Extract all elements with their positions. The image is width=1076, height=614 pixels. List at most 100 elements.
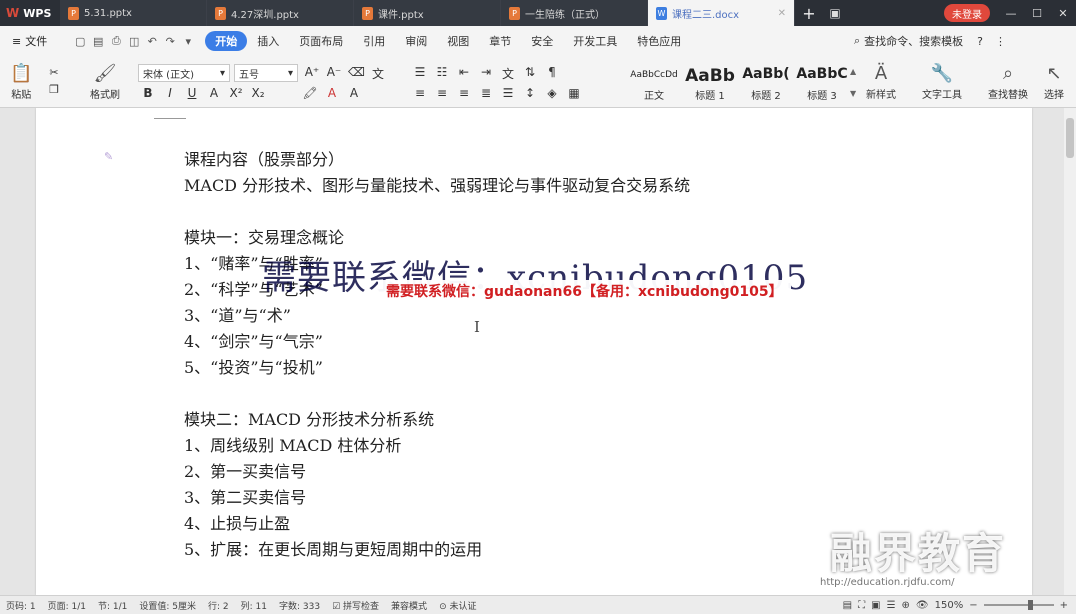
reading-mode-icon[interactable]: 👁 xyxy=(916,600,929,611)
comment-icon[interactable]: ✎ xyxy=(104,150,113,163)
full-screen-icon[interactable]: ⛶ xyxy=(858,600,865,611)
style-heading-3[interactable]: AaBbC 标题 3 xyxy=(794,60,850,104)
tab-page-layout[interactable]: 页面布局 xyxy=(289,31,353,51)
select-button[interactable]: ↖ 选择 xyxy=(1044,62,1064,101)
shading-icon[interactable]: ◈ xyxy=(544,86,560,100)
highlight-icon[interactable]: 🖍 xyxy=(302,86,318,100)
style-heading-2[interactable]: AaBb( 标题 2 xyxy=(738,60,794,104)
italic-icon[interactable]: I xyxy=(162,86,178,100)
zoom-slider[interactable] xyxy=(983,600,1054,610)
customize-icon[interactable]: ▾ xyxy=(179,35,197,48)
more-icon[interactable]: ⋮ xyxy=(995,35,1006,48)
auth-status[interactable]: ⊙ 未认证 xyxy=(433,599,482,612)
status-page-of[interactable]: 页面: 1/1 xyxy=(42,599,92,612)
tab-developer[interactable]: 开发工具 xyxy=(563,31,627,51)
redo-icon[interactable]: ↷ xyxy=(161,35,179,48)
minimize-icon[interactable]: — xyxy=(998,0,1024,26)
format-painter-button[interactable]: 🖌 格式刷 xyxy=(90,62,120,101)
status-word-count[interactable]: 字数: 333 xyxy=(273,599,326,612)
spell-check-button[interactable]: ☑ 拼写检查 xyxy=(326,599,385,612)
new-tab-button[interactable]: + xyxy=(795,0,823,26)
align-right-icon[interactable]: ≡ xyxy=(456,86,472,100)
distribute-icon[interactable]: ☰ xyxy=(500,86,516,100)
print-layout-icon[interactable]: ▤ xyxy=(843,600,852,611)
style-heading-1[interactable]: AaBb 标题 1 xyxy=(682,60,738,104)
command-search[interactable]: ⌕ 查找命令、搜索模板 ? ⋮ xyxy=(854,33,1076,49)
tab-special[interactable]: 特色应用 xyxy=(627,31,691,51)
increase-indent-icon[interactable]: ⇥ xyxy=(478,65,494,82)
print-icon[interactable]: ⎙ xyxy=(107,34,125,48)
tab-file-4[interactable]: P 一生陪练（正式） xyxy=(501,0,648,26)
save-icon[interactable]: ▢ xyxy=(71,35,89,48)
bullet-list-icon[interactable]: ☰ xyxy=(412,65,428,82)
align-left-icon[interactable]: ≡ xyxy=(412,86,428,100)
underline-icon[interactable]: U xyxy=(184,86,200,100)
pinyin-icon[interactable]: 文 xyxy=(370,65,386,82)
status-page-number[interactable]: 页码: 1 xyxy=(0,599,42,612)
export-pdf-icon[interactable]: ▤ xyxy=(89,35,107,48)
subscript-icon[interactable]: X₂ xyxy=(250,86,266,100)
decrease-font-icon[interactable]: A⁻ xyxy=(326,65,342,82)
tab-file-1[interactable]: P 5.31.pptx xyxy=(60,0,207,26)
status-col[interactable]: 列: 11 xyxy=(235,599,273,612)
bold-icon[interactable]: B xyxy=(140,86,156,100)
font-name-select[interactable]: 宋体 (正文) ▾ xyxy=(138,64,230,82)
numbered-list-icon[interactable]: ☷ xyxy=(434,65,450,82)
chinese-layout-icon[interactable]: 文 xyxy=(500,65,516,82)
align-center-icon[interactable]: ≡ xyxy=(434,86,450,100)
outline-view-icon[interactable]: ☰ xyxy=(887,600,896,611)
status-section[interactable]: 节: 1/1 xyxy=(92,599,133,612)
new-style-button[interactable]: Ä 新样式 xyxy=(866,62,896,101)
close-window-icon[interactable]: ✕ xyxy=(1050,0,1076,26)
justify-icon[interactable]: ≣ xyxy=(478,86,494,100)
page-view-icon[interactable]: ▣ xyxy=(871,600,880,611)
zoom-level[interactable]: 150% xyxy=(935,600,964,611)
copy-icon[interactable]: ❐ xyxy=(46,83,62,96)
maximize-icon[interactable]: ☐ xyxy=(1024,0,1050,26)
tab-chapter[interactable]: 章节 xyxy=(479,31,521,51)
help-icon[interactable]: ? xyxy=(977,35,983,48)
strikethrough-icon[interactable]: A xyxy=(206,86,222,100)
tab-insert[interactable]: 插入 xyxy=(247,31,289,51)
tab-home[interactable]: 开始 xyxy=(205,31,248,51)
close-tab-icon[interactable]: ✕ xyxy=(778,8,786,19)
tab-file-2[interactable]: P 4.27深圳.pptx xyxy=(207,0,354,26)
text-tools-button[interactable]: 🔧 文字工具 xyxy=(922,62,962,101)
scrollbar-thumb[interactable] xyxy=(1066,118,1074,158)
increase-font-icon[interactable]: A⁺ xyxy=(304,65,320,82)
tab-review[interactable]: 审阅 xyxy=(395,31,437,51)
tab-file-active[interactable]: W 课程二三.docx ✕ xyxy=(648,0,795,26)
vertical-scrollbar[interactable] xyxy=(1064,108,1076,595)
window-layout-icon[interactable]: ▣ xyxy=(823,0,847,26)
font-size-select[interactable]: 五号 ▾ xyxy=(234,64,298,82)
paste-button[interactable]: 📋 粘贴 xyxy=(10,62,32,101)
decrease-indent-icon[interactable]: ⇤ xyxy=(456,65,472,82)
status-position[interactable]: 设置值: 5厘米 xyxy=(133,599,202,612)
show-marks-icon[interactable]: ¶ xyxy=(544,65,560,82)
tab-view[interactable]: 视图 xyxy=(437,31,479,51)
sort-icon[interactable]: ⇅ xyxy=(522,65,538,82)
find-replace-button[interactable]: ⌕ 查找替换 xyxy=(988,62,1028,101)
preview-icon[interactable]: ◫ xyxy=(125,35,143,48)
font-color-icon[interactable]: A xyxy=(324,86,340,100)
style-normal[interactable]: AaBbCcDd 正文 xyxy=(626,60,682,104)
clear-format-icon[interactable]: ⌫ xyxy=(348,65,365,82)
zoom-slider-knob[interactable] xyxy=(1027,600,1033,610)
zoom-out-icon[interactable]: − xyxy=(969,600,977,611)
login-button[interactable]: 未登录 xyxy=(944,4,990,22)
borders-icon[interactable]: ▦ xyxy=(566,86,582,100)
line-spacing-icon[interactable]: ↕ xyxy=(522,86,538,100)
web-view-icon[interactable]: ⊕ xyxy=(902,600,910,611)
tab-security[interactable]: 安全 xyxy=(521,31,563,51)
tab-references[interactable]: 引用 xyxy=(353,31,395,51)
undo-icon[interactable]: ↶ xyxy=(143,35,161,48)
tab-file-3[interactable]: P 课件.pptx xyxy=(354,0,501,26)
status-row[interactable]: 行: 2 xyxy=(202,599,235,612)
wps-logo[interactable]: W WPS xyxy=(0,0,60,26)
superscript-icon[interactable]: X² xyxy=(228,86,244,100)
chevron-up-icon[interactable]: ▲ xyxy=(850,67,860,76)
chevron-down-icon[interactable]: ▼ xyxy=(850,89,860,98)
char-shading-icon[interactable]: A xyxy=(346,86,362,100)
style-gallery-scroll[interactable]: ▲ ▼ xyxy=(850,60,860,104)
cut-icon[interactable]: ✂ xyxy=(46,66,62,79)
